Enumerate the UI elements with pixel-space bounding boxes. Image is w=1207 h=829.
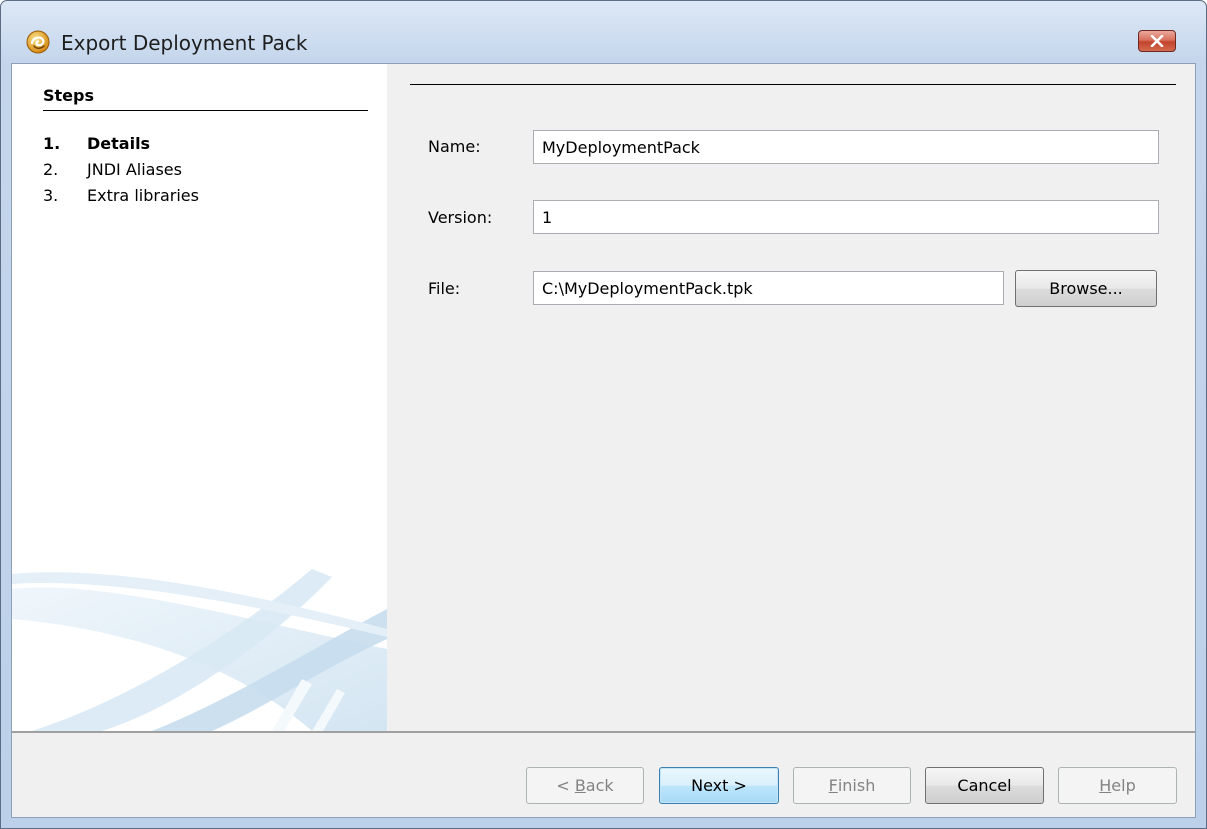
dialog-window: Export Deployment Pack Steps 1. Details 2…	[0, 0, 1207, 829]
steps-divider	[43, 110, 368, 111]
footer-divider	[12, 731, 1195, 733]
close-icon	[1150, 35, 1164, 47]
version-input[interactable]	[533, 200, 1159, 234]
cancel-button[interactable]: Cancel	[925, 767, 1044, 804]
browse-button[interactable]: Browse...	[1015, 270, 1157, 307]
finish-button[interactable]: Finish	[793, 767, 911, 804]
finish-button-mnemonic: F	[828, 776, 838, 795]
steps-header: Steps	[43, 86, 94, 105]
back-button-mnemonic: B	[574, 776, 586, 795]
step-number: 2.	[43, 160, 59, 179]
close-button[interactable]	[1138, 30, 1176, 52]
window-title: Export Deployment Pack	[61, 31, 308, 55]
name-label: Name:	[428, 137, 481, 156]
next-button[interactable]: Next >	[659, 767, 779, 804]
step-jndi-aliases: 2. JNDI Aliases	[43, 160, 182, 179]
step-label: Details	[87, 134, 151, 153]
version-label: Version:	[428, 208, 493, 227]
content-divider	[410, 84, 1176, 85]
help-button-mnemonic: H	[1099, 776, 1112, 795]
finish-button-rest: inish	[837, 776, 876, 795]
step-extra-libraries: 3. Extra libraries	[43, 186, 199, 205]
back-button-rest: ack	[585, 776, 614, 795]
dialog-client-area: Steps 1. Details 2. JNDI Aliases 3. Extra l…	[11, 63, 1196, 818]
help-button[interactable]: Help	[1058, 767, 1177, 804]
title-bar[interactable]: Export Deployment Pack	[1, 1, 1206, 59]
steps-panel: Steps 1. Details 2. JNDI Aliases 3. Extra l…	[12, 64, 387, 731]
file-path-input[interactable]	[533, 271, 1004, 305]
decorative-swoosh-graphic	[12, 569, 387, 731]
app-logo-icon	[26, 30, 50, 54]
back-button[interactable]: < Back	[526, 767, 644, 804]
file-label: File:	[428, 279, 461, 298]
step-label: Extra libraries	[87, 186, 199, 205]
step-label: JNDI Aliases	[87, 160, 182, 179]
step-number: 3.	[43, 186, 59, 205]
step-details: 1. Details	[43, 134, 150, 153]
name-input[interactable]	[533, 130, 1159, 164]
back-button-prefix: <	[556, 776, 575, 795]
help-button-rest: elp	[1111, 776, 1136, 795]
step-number: 1.	[43, 134, 61, 153]
